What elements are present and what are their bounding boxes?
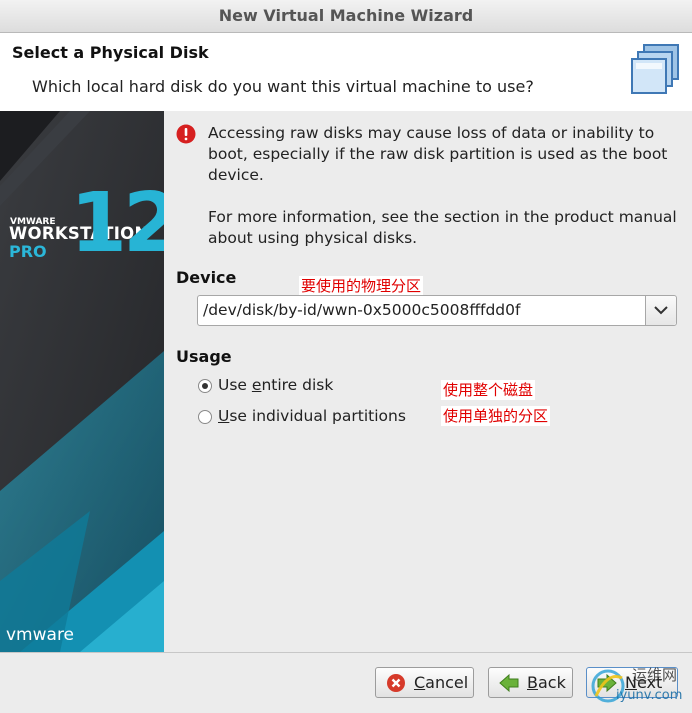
partitions-annotation: 使用单独的分区 bbox=[441, 406, 551, 426]
vmware-logo: vmware bbox=[6, 625, 75, 645]
device-select[interactable]: /dev/disk/by-id/wwn-0x5000c5008fffdd0f bbox=[197, 295, 677, 326]
back-label: Back bbox=[527, 673, 566, 692]
device-annotation: 要使用的物理分区 bbox=[299, 276, 424, 296]
radio-button[interactable] bbox=[198, 410, 212, 424]
error-icon bbox=[176, 124, 196, 144]
raw-disk-warning: Accessing raw disks may cause loss of da… bbox=[208, 124, 668, 184]
usage-label: Usage bbox=[176, 347, 232, 366]
more-info-text: For more information, see the section in… bbox=[208, 208, 677, 247]
device-label: Device bbox=[176, 268, 237, 287]
arrow-left-icon bbox=[499, 673, 519, 693]
product-edition: PRO bbox=[9, 242, 47, 261]
device-dropdown-button[interactable] bbox=[645, 296, 676, 325]
device-select-value: /dev/disk/by-id/wwn-0x5000c5008fffdd0f bbox=[203, 301, 521, 319]
back-button[interactable]: Back bbox=[488, 667, 573, 698]
window-title: New Virtual Machine Wizard bbox=[218, 6, 474, 25]
radio-button[interactable] bbox=[198, 379, 212, 393]
radio-label: Use individual partitions bbox=[218, 407, 406, 425]
chevron-down-icon bbox=[654, 306, 668, 315]
product-banner: VMWARE WORKSTATION PRO 12 vmware bbox=[0, 111, 164, 652]
cancel-button[interactable]: Cancel bbox=[375, 667, 474, 698]
virtual-machine-icon bbox=[631, 44, 679, 94]
watermark-cn: 运维网 bbox=[632, 666, 678, 684]
page-title: Select a Physical Disk bbox=[12, 43, 209, 62]
watermark-url: iyunv.com bbox=[616, 688, 683, 703]
cancel-icon bbox=[387, 674, 405, 692]
window-title-bar[interactable]: New Virtual Machine Wizard bbox=[0, 0, 692, 33]
radio-label: Use entire disk bbox=[218, 376, 334, 394]
cancel-label: Cancel bbox=[414, 673, 469, 692]
page-subtitle: Which local hard disk do you want this v… bbox=[32, 77, 534, 96]
product-version: 12 bbox=[70, 176, 164, 271]
site-watermark: 运维网 iyunv.com bbox=[588, 662, 688, 708]
wizard-header: Select a Physical Disk Which local hard … bbox=[0, 33, 692, 107]
entire-disk-annotation: 使用整个磁盘 bbox=[441, 380, 536, 400]
